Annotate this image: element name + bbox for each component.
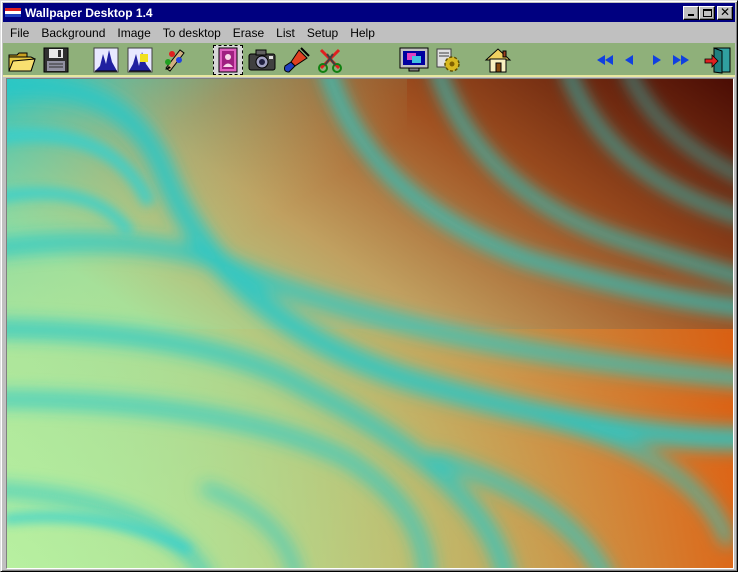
exit-button[interactable]	[703, 45, 733, 75]
wallpaper-image	[7, 79, 733, 568]
first-icon	[597, 55, 613, 65]
histogram-icon	[93, 47, 119, 73]
menu-help[interactable]: Help	[344, 24, 381, 42]
menu-file[interactable]: File	[3, 24, 35, 42]
window-title: Wallpaper Desktop 1.4	[25, 5, 153, 20]
paint-palette-icon	[165, 49, 185, 72]
home-button[interactable]	[483, 45, 513, 75]
previous-button[interactable]	[619, 45, 639, 75]
home-icon	[484, 48, 512, 73]
wallpaper-preview[interactable]	[6, 78, 734, 569]
open-button[interactable]	[7, 45, 37, 75]
app-flag-icon[interactable]	[5, 6, 21, 20]
app-window: Wallpaper Desktop 1.4 ✕ File Background …	[0, 0, 738, 572]
portrait-frame-icon	[218, 47, 238, 73]
minimize-icon	[688, 13, 694, 16]
monitor-icon	[399, 47, 429, 72]
histogram-button[interactable]	[91, 45, 121, 75]
set-desktop-button[interactable]	[399, 45, 429, 75]
erase-button[interactable]	[315, 45, 345, 75]
paint-brush-icon	[284, 47, 310, 73]
settings-button[interactable]	[433, 45, 463, 75]
menu-image[interactable]: Image	[111, 24, 156, 42]
last-button[interactable]	[669, 45, 693, 75]
capture-button[interactable]	[247, 45, 277, 75]
menu-background[interactable]: Background	[35, 24, 111, 42]
menu-to-desktop[interactable]: To desktop	[157, 24, 227, 42]
toolbar	[3, 43, 735, 77]
cut-clear-icon	[318, 48, 342, 73]
close-icon: ✕	[719, 4, 731, 19]
save-disk-icon	[43, 47, 69, 73]
maximize-icon	[703, 8, 712, 17]
menu-setup[interactable]: Setup	[301, 24, 344, 42]
previous-icon	[625, 55, 633, 65]
palette-button[interactable]	[159, 45, 189, 75]
title-bar[interactable]: Wallpaper Desktop 1.4 ✕	[3, 3, 735, 22]
maximize-button[interactable]	[699, 5, 715, 20]
last-icon	[673, 55, 689, 65]
save-button[interactable]	[41, 45, 71, 75]
window-controls: ✕	[683, 4, 733, 20]
first-button[interactable]	[593, 45, 617, 75]
next-button[interactable]	[647, 45, 667, 75]
histogram-adjust-button[interactable]	[125, 45, 155, 75]
portrait-button[interactable]	[213, 45, 243, 75]
histogram-adjust-icon	[127, 47, 153, 73]
open-folder-icon	[8, 52, 36, 72]
exit-door-icon	[704, 47, 731, 74]
menu-bar: File Background Image To desktop Erase L…	[3, 23, 735, 42]
menu-list[interactable]: List	[270, 24, 301, 42]
menu-erase[interactable]: Erase	[227, 24, 270, 42]
paint-button[interactable]	[281, 45, 311, 75]
minimize-button[interactable]	[683, 5, 699, 20]
camera-icon	[248, 49, 276, 71]
next-icon	[653, 55, 661, 65]
close-button[interactable]: ✕	[717, 4, 733, 20]
settings-gear-icon	[436, 48, 460, 72]
